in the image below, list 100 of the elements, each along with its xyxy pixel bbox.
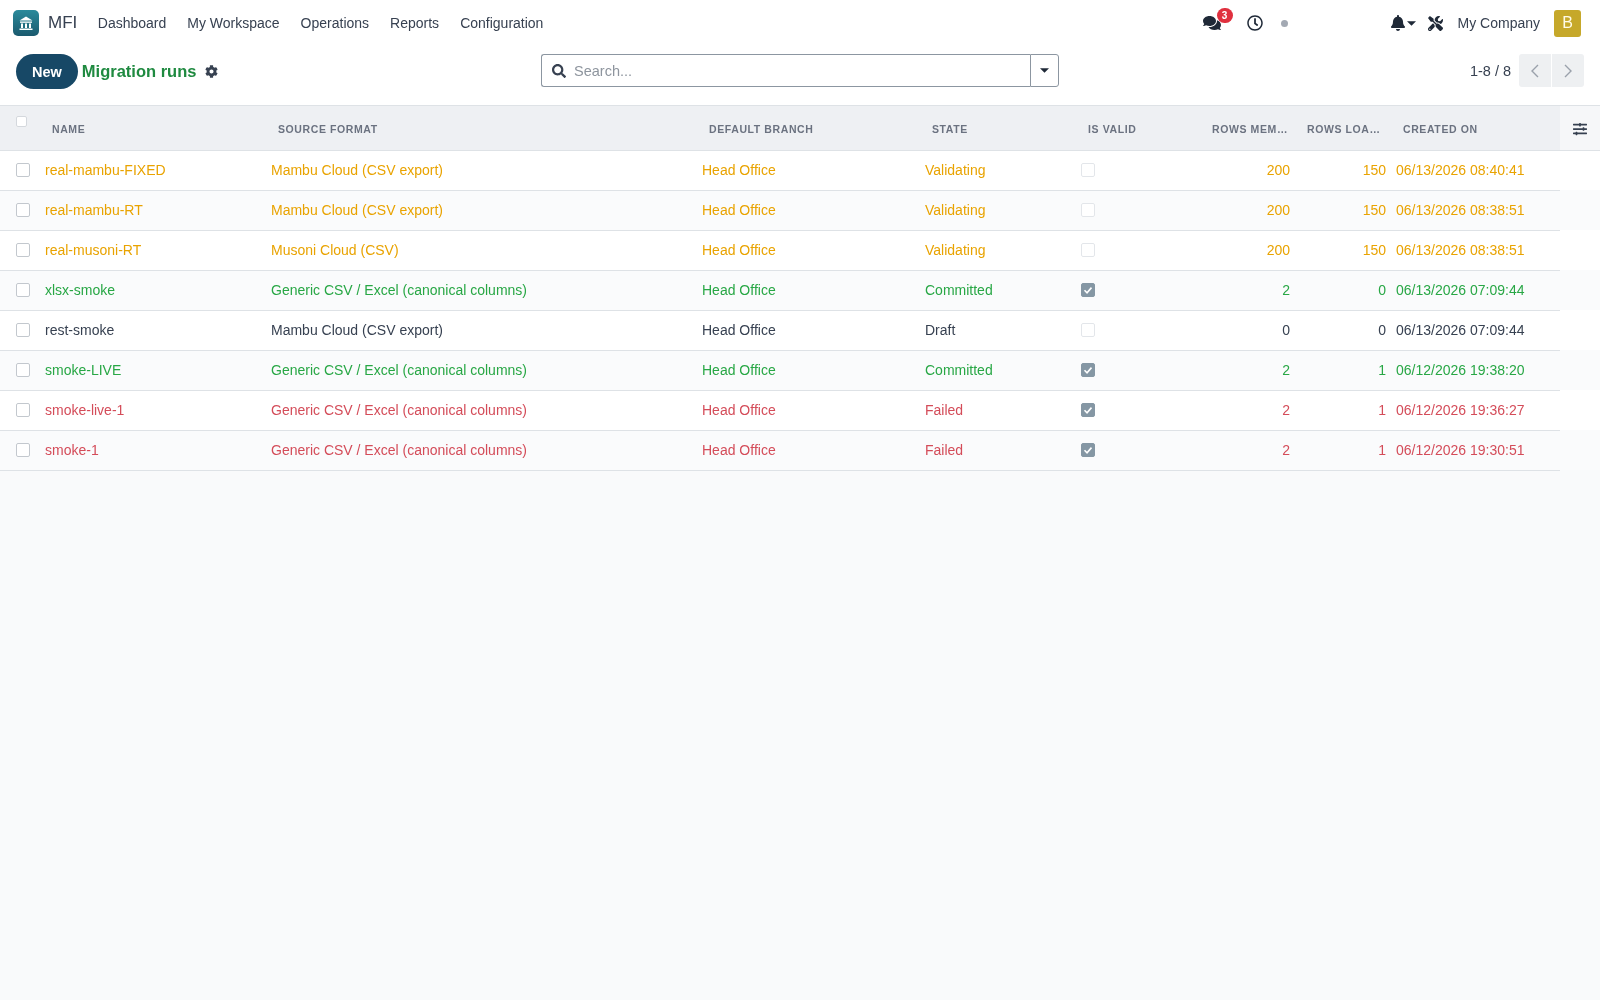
branch-name: Head Office [702,282,776,298]
created-date: 06/12/2026 19:30:51 [1396,442,1525,458]
created-date: 06/12/2026 19:38:20 [1396,362,1525,378]
count-value: 150 [1362,162,1386,178]
source-format: Generic CSV / Excel (canonical columns) [271,282,527,298]
row-checkbox[interactable] [16,323,30,337]
branch-name: Head Office [702,362,776,378]
table-row[interactable]: real-musoni-RT Musoni Cloud (CSV) Head Office Validating 200 150 06/13/2026 08:38:51 [0,230,1600,270]
column-header[interactable]: DEFAULT BRANCH [697,122,814,135]
count-value: 150 [1362,242,1386,258]
run-name: smoke-live-1 [45,402,125,418]
run-name: rest-smoke [45,322,115,338]
bank-building-logo-icon[interactable] [13,10,39,36]
branch-name: Head Office [702,322,776,338]
source-format: Generic CSV / Excel (canonical columns) [271,362,527,378]
source-format: Mambu Cloud (CSV export) [271,162,443,178]
run-name: real-musoni-RT [45,242,142,258]
column-header[interactable]: IS VALID [1076,122,1137,135]
count-value: 200 [1266,162,1290,178]
count-value: 1 [1378,402,1386,418]
next-page-button[interactable] [1552,54,1584,87]
run-name: real-mambu-FIXED [45,162,166,178]
state-label: Validating [925,162,986,178]
bell-icon[interactable] [1390,15,1405,31]
menu-item[interactable]: Dashboard [87,0,177,46]
count-value: 2 [1282,442,1290,458]
app-name[interactable]: MFI [48,13,78,33]
chevron-left-icon[interactable] [1531,63,1539,78]
row-checkbox[interactable] [16,283,30,297]
row-checkbox[interactable] [16,443,30,457]
state-label: Committed [925,362,993,378]
column-header[interactable]: SOURCE FORMAT [266,122,378,135]
table-row[interactable]: smoke-live-1 Generic CSV / Excel (canonical columns) Head Office Failed 2 1 06/12/2026 19:36:27 [0,390,1600,430]
settings-icon[interactable] [205,65,219,78]
chevron-right-icon[interactable] [1564,63,1572,78]
search-field[interactable]: Search... [541,54,1030,87]
row-checkbox[interactable] [16,363,30,377]
source-format: Mambu Cloud (CSV export) [271,202,443,218]
menu-item[interactable]: My Workspace [176,0,291,46]
new-button[interactable]: New [16,54,78,89]
count-value: 2 [1282,402,1290,418]
pager-value[interactable]: 1-8 / 8 [1469,62,1511,79]
source-format: Generic CSV / Excel (canonical columns) [271,442,527,458]
count-value: 200 [1266,242,1290,258]
menu-item[interactable]: Reports [379,0,450,46]
branch-name: Head Office [702,202,776,218]
created-date: 06/12/2026 19:36:27 [1396,402,1525,418]
table-row[interactable]: smoke-LIVE Generic CSV / Excel (canonical columns) Head Office Committed 2 1 06/12/2026 19:38:20 [0,350,1600,390]
state-label: Validating [925,202,986,218]
user-avatar[interactable]: B [1554,9,1581,37]
count-value: 0 [1378,282,1386,298]
count-value: 150 [1362,202,1386,218]
table-row[interactable]: rest-smoke Mambu Cloud (CSV export) Head Office Draft 0 0 06/13/2026 07:09:44 [0,310,1600,350]
previous-page-button[interactable] [1519,54,1551,87]
created-date: 06/13/2026 08:40:41 [1396,162,1525,178]
run-name: smoke-LIVE [45,362,122,378]
menu-item[interactable]: Operations [290,0,380,46]
clock-icon[interactable] [1246,15,1263,31]
created-date: 06/13/2026 08:38:51 [1396,202,1525,218]
state-label: Draft [925,322,956,338]
table-row[interactable]: xlsx-smoke Generic CSV / Excel (canonical columns) Head Office Committed 2 0 06/13/2026 07:09:44 [0,270,1600,310]
table-row[interactable]: real-mambu-FIXED Mambu Cloud (CSV export) Head Office Validating 200 150 06/13/2026 08:40:41 [0,150,1600,190]
menu-item[interactable]: Configuration [449,0,554,46]
created-date: 06/13/2026 08:38:51 [1396,242,1525,258]
column-header[interactable]: NAME [40,122,86,135]
search-options-button[interactable] [1030,54,1059,87]
state-label: Validating [925,242,986,258]
column-header[interactable]: CREATED ON [1391,122,1478,135]
caret-icon[interactable] [1040,68,1049,73]
created-date: 06/13/2026 07:09:44 [1396,282,1525,298]
page-title: Migration runs [81,62,197,81]
company-switcher[interactable]: My Company [1457,15,1540,31]
tools-icon[interactable] [1427,15,1443,31]
count-value: 2 [1282,282,1290,298]
column-header[interactable]: STATE [920,122,968,135]
count-value: 0 [1282,322,1290,338]
branch-name: Head Office [702,162,776,178]
source-format: Generic CSV / Excel (canonical columns) [271,402,527,418]
select-all-checkbox[interactable] [16,116,27,128]
count-value: 0 [1378,322,1386,338]
row-checkbox[interactable] [16,403,30,417]
status-dot-icon [1280,19,1288,27]
row-checkbox[interactable] [16,243,30,257]
count-value: 1 [1378,442,1386,458]
table-row[interactable]: smoke-1 Generic CSV / Excel (canonical columns) Head Office Failed 2 1 06/12/2026 19:30:51 [0,430,1600,470]
run-name: xlsx-smoke [45,282,115,298]
branch-name: Head Office [702,442,776,458]
run-name: real-mambu-RT [45,202,143,218]
sliders-icon[interactable] [1573,121,1587,136]
branch-name: Head Office [702,402,776,418]
row-checkbox[interactable] [16,163,30,177]
state-label: Committed [925,282,993,298]
count-value: 1 [1378,362,1386,378]
message-count-badge: 3 [1216,8,1233,23]
caret-icon[interactable] [1406,20,1416,26]
count-value: 2 [1282,362,1290,378]
row-checkbox[interactable] [16,203,30,217]
chat-bubbles-icon[interactable] [1202,15,1221,31]
source-format: Musoni Cloud (CSV) [271,242,399,258]
count-value: 200 [1266,202,1290,218]
